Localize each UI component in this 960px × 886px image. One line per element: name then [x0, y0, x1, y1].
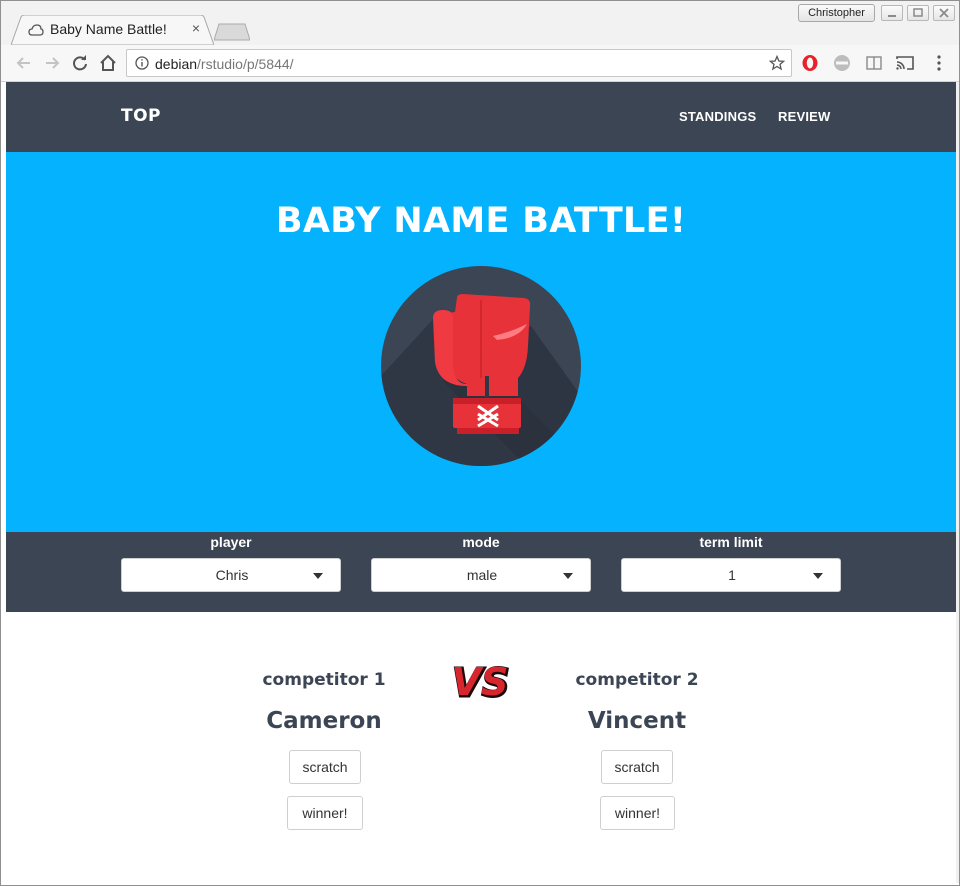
minimize-icon [888, 15, 896, 17]
url-host: debian [155, 56, 198, 72]
back-arrow-icon[interactable] [13, 52, 35, 74]
info-icon[interactable] [135, 56, 149, 70]
forward-arrow-icon[interactable] [41, 52, 63, 74]
minimize-button[interactable] [881, 5, 903, 21]
tab-close-icon[interactable]: × [189, 20, 203, 36]
player-label: player [210, 534, 252, 550]
competitor-1-label: competitor 1 [262, 670, 386, 690]
nav-brand-top[interactable]: TOP [121, 106, 161, 126]
reader-icon[interactable] [864, 53, 884, 73]
chevron-down-icon [563, 573, 573, 579]
browser-toolbar: debian/rstudio/p/5844/ [1, 45, 959, 82]
opera-icon[interactable] [800, 53, 820, 73]
boxing-glove-icon [381, 266, 581, 466]
maximize-icon [913, 8, 923, 17]
nav-link-standings[interactable]: STANDINGS [679, 109, 756, 124]
top-navbar: TOP STANDINGS REVIEW [6, 82, 956, 152]
browser-window: Baby Name Battle! × Christopher debian/r… [0, 0, 960, 886]
maximize-button[interactable] [907, 5, 929, 21]
controls-bar: player Chris mode male term limit 1 [6, 532, 956, 612]
term-limit-label: term limit [699, 534, 763, 550]
extension-icon[interactable] [832, 53, 852, 73]
new-tab-button[interactable] [214, 23, 250, 41]
tab-title: Baby Name Battle! [50, 21, 167, 37]
vs-logo-text: VS [453, 660, 508, 704]
nav-link-review[interactable]: REVIEW [778, 109, 830, 124]
close-icon [939, 8, 949, 18]
scrollbar[interactable] [956, 82, 959, 883]
browser-tab[interactable]: Baby Name Battle! × [11, 15, 214, 45]
competitor-1-scratch-button[interactable]: scratch [289, 750, 361, 784]
competitor-2-name: Vincent [587, 708, 687, 734]
reload-icon[interactable] [69, 52, 91, 74]
cast-icon[interactable] [895, 53, 915, 73]
profile-button[interactable]: Christopher [798, 4, 875, 22]
home-icon[interactable] [97, 52, 119, 74]
competitor-2-scratch-button[interactable]: scratch [601, 750, 673, 784]
url-path: /rstudio/p/5844/ [197, 56, 294, 72]
page-viewport: TOP STANDINGS REVIEW BABY NAME BATTLE! p… [6, 82, 956, 883]
vs-logo: VS VS [453, 660, 509, 707]
competitor-1-winner-button[interactable]: winner! [287, 796, 363, 830]
player-select-value: Chris [215, 567, 249, 583]
term-limit-select[interactable]: 1 [621, 558, 841, 592]
competitor-2-label: competitor 2 [575, 670, 699, 690]
battle-section: competitor 1 Cameron scratch winner! VS … [6, 612, 956, 883]
address-bar[interactable]: debian/rstudio/p/5844/ [126, 49, 792, 77]
mode-select-value: male [466, 567, 498, 583]
bookmark-star-icon[interactable] [769, 55, 785, 71]
page-title: BABY NAME BATTLE! [275, 201, 687, 241]
mode-label: mode [462, 534, 500, 550]
cloud-icon [28, 24, 44, 36]
mode-select[interactable]: male [371, 558, 591, 592]
hero-section: BABY NAME BATTLE! [6, 152, 956, 532]
term-limit-select-value: 1 [728, 567, 736, 583]
menu-kebab-icon[interactable] [929, 53, 949, 73]
competitor-1-name: Cameron [266, 708, 382, 734]
player-select[interactable]: Chris [121, 558, 341, 592]
url-text: debian/rstudio/p/5844/ [155, 56, 294, 72]
competitor-2-winner-button[interactable]: winner! [600, 796, 675, 830]
chevron-down-icon [813, 573, 823, 579]
close-window-button[interactable] [933, 5, 955, 21]
chevron-down-icon [313, 573, 323, 579]
browser-titlebar: Baby Name Battle! × Christopher [1, 1, 959, 45]
